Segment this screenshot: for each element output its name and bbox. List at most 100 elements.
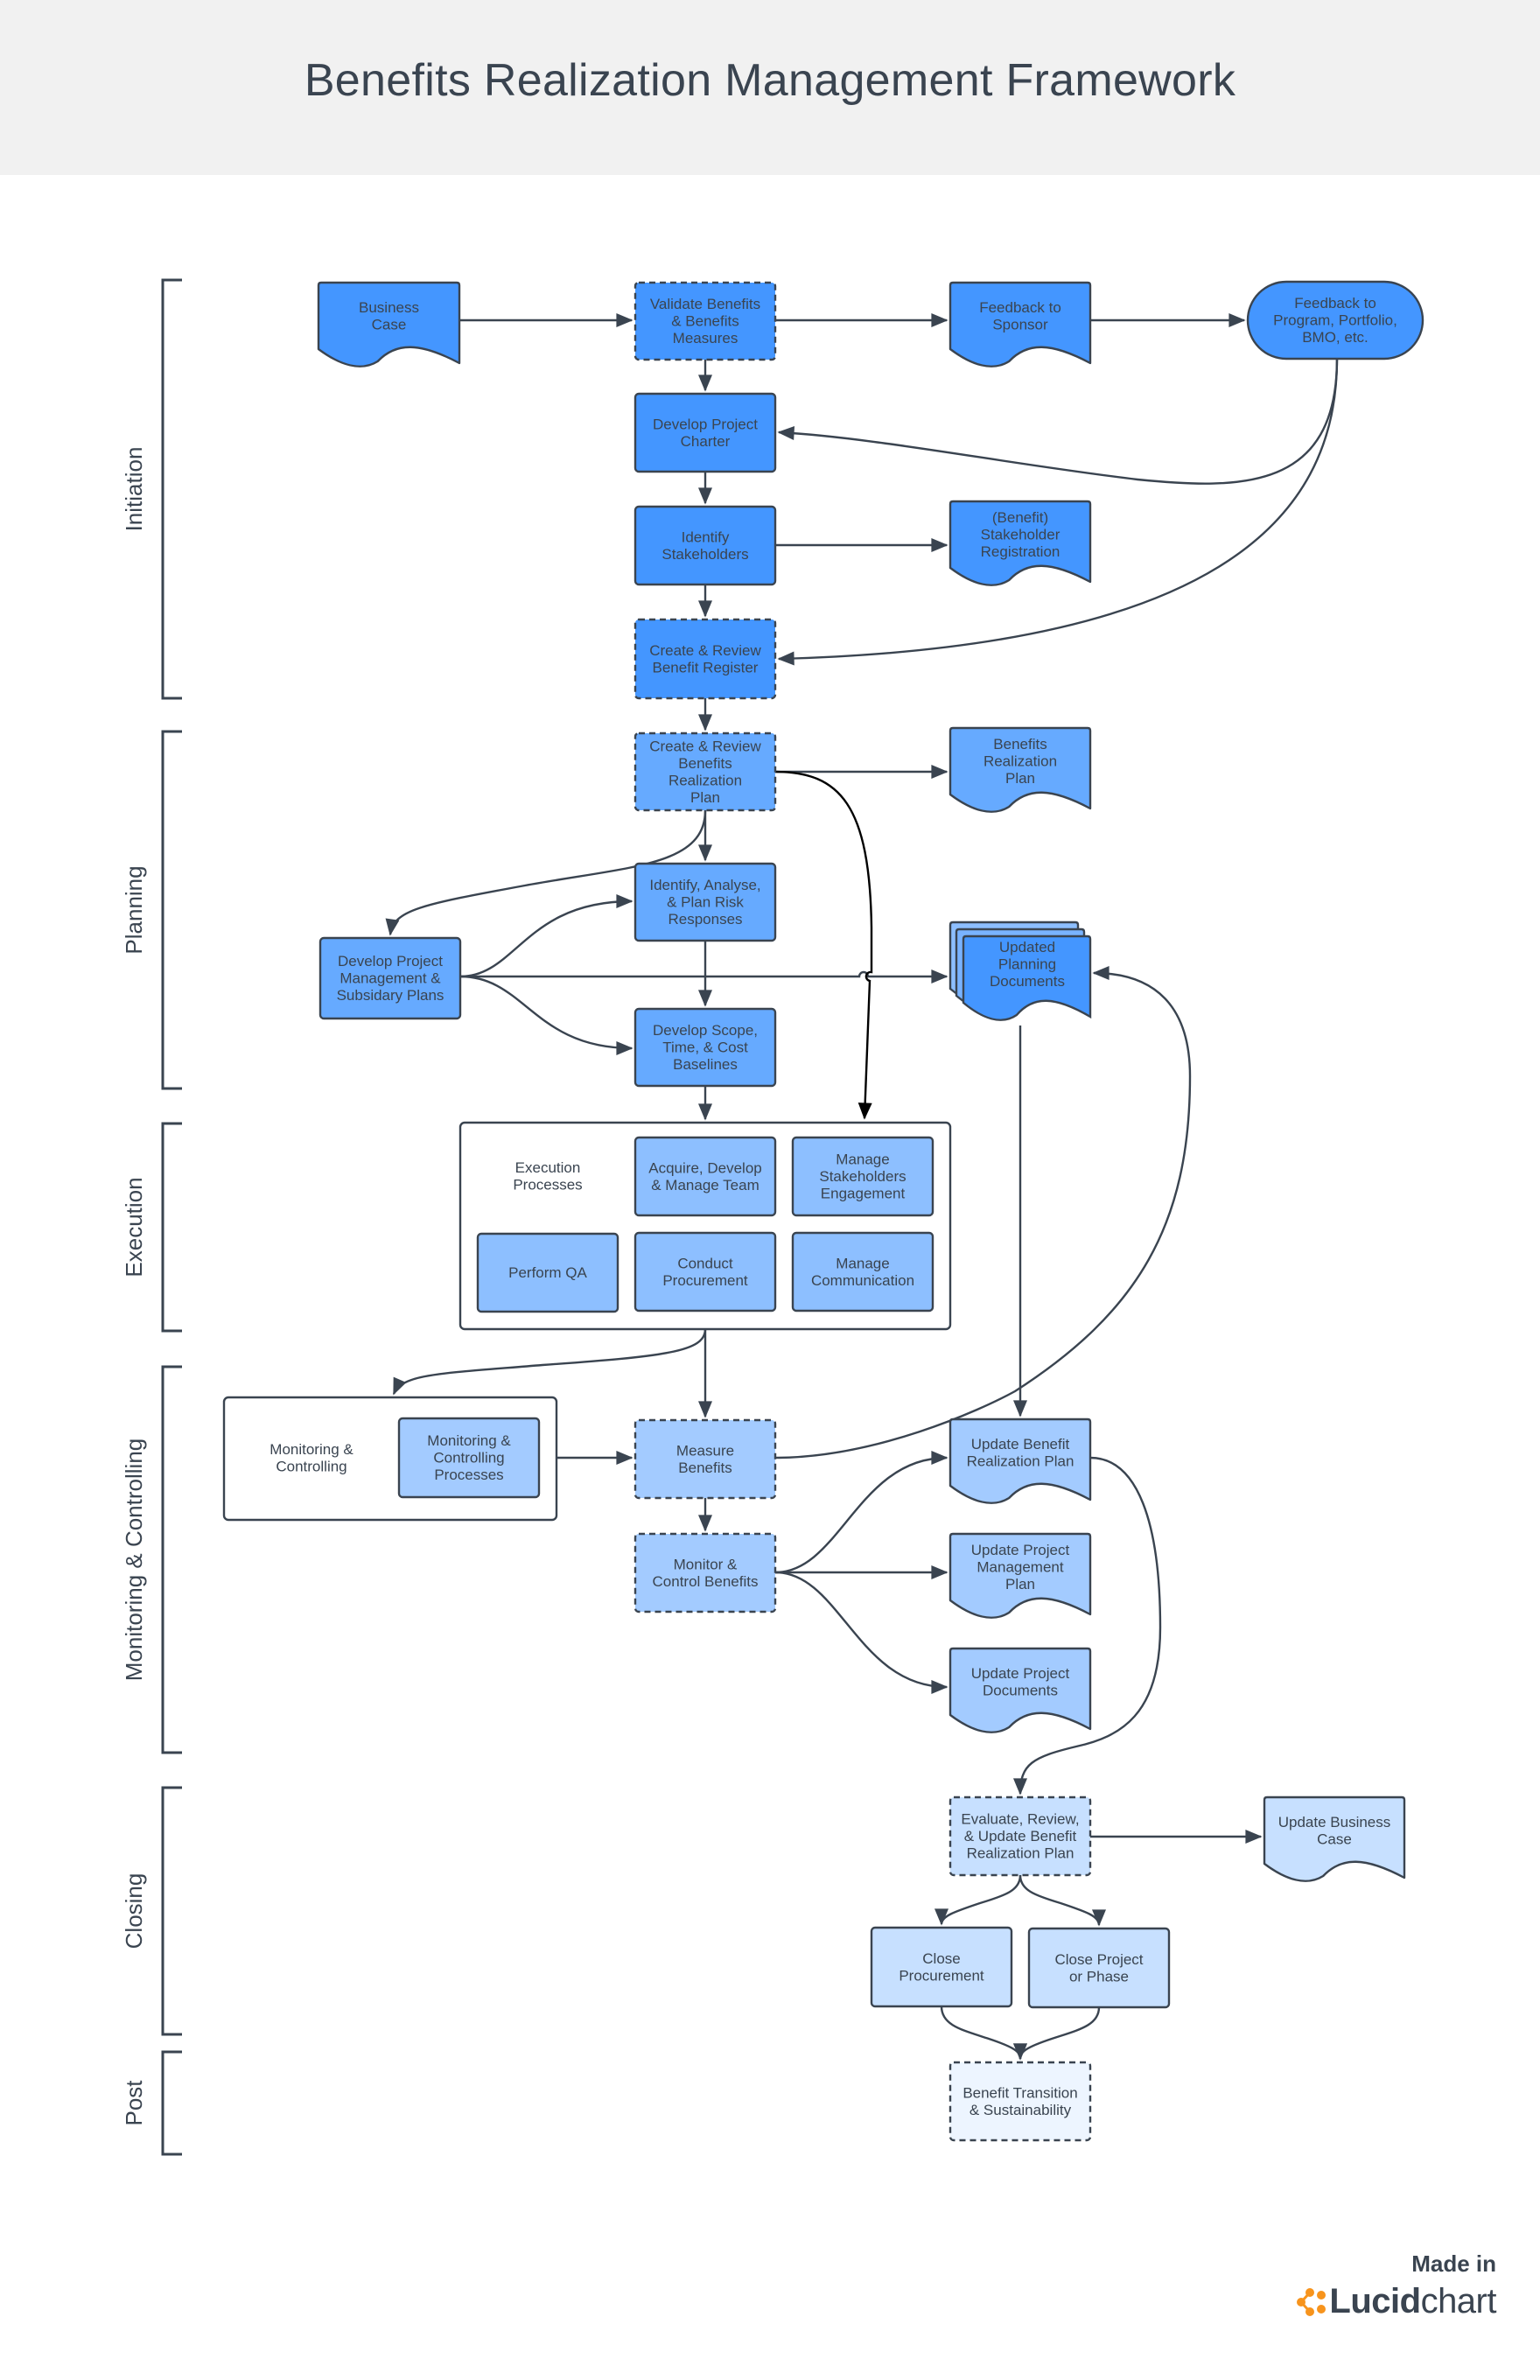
node-label: Plan [690, 789, 720, 806]
node-updated-planning-docs[interactable]: UpdatedPlanningDocuments [948, 920, 1092, 1021]
node-label: Stakeholders [819, 1168, 906, 1185]
node-label: Feedback to [1294, 295, 1376, 312]
node-label: Feedback to [979, 299, 1061, 316]
node-label: Sponsor [992, 316, 1048, 332]
node-feedback-sponsor[interactable]: Feedback toSponsor [948, 281, 1092, 368]
node-label: Management [976, 1559, 1064, 1576]
node-label: Benefit Transition [962, 2084, 1077, 2101]
node-business-case[interactable]: BusinessCase [317, 281, 461, 368]
node-create-brp[interactable]: Create & ReviewBenefitsRealizationPlan [634, 732, 777, 812]
node-identify-stakeholders[interactable]: IdentifyStakeholders [634, 505, 777, 586]
edge-update-brp-to-evaluate [1013, 1456, 1162, 1796]
node-monitor-control[interactable]: Monitor &Control Benefits [634, 1532, 777, 1614]
node-mc-processes[interactable]: Monitoring &ControllingProcesses [397, 1417, 541, 1499]
node-label: Subsidary Plans [337, 987, 444, 1004]
node-label: or Phase [1069, 1968, 1129, 1984]
node-label: Develop Scope, [653, 1022, 758, 1039]
node-label: Plan [1005, 1576, 1035, 1592]
phase-bracket [161, 1122, 182, 1333]
node-manage-communication[interactable]: ManageCommunication [791, 1231, 934, 1312]
phase-label: Post [121, 2080, 147, 2126]
node-label: Close Project [1054, 1951, 1143, 1968]
edge-execution-to-mc [392, 1328, 707, 1396]
node-label: Controlling [276, 1458, 346, 1474]
node-close-procurement[interactable]: CloseProcurement [870, 1926, 1013, 2008]
node-feedback-program[interactable]: Feedback toProgram, Portfolio,BMO, etc. [1246, 280, 1424, 360]
made-in-label: Made in [1411, 2250, 1496, 2277]
node-develop-charter[interactable]: Develop ProjectCharter [634, 392, 777, 473]
node-evaluate-brp[interactable]: Evaluate, Review,& Update BenefitRealiza… [948, 1796, 1092, 1877]
phase-label: Monitoring & Controlling [121, 1438, 147, 1681]
node-update-pm-plan[interactable]: Update ProjectManagementPlan [948, 1532, 1092, 1619]
node-label: & Benefits [671, 313, 739, 330]
node-label: Update Benefit [971, 1436, 1070, 1452]
node-label: Acquire, Develop [648, 1159, 761, 1176]
node-benefit-register[interactable]: Create & ReviewBenefit Register [634, 618, 777, 700]
node-label: Updated [999, 939, 1055, 956]
node-develop-pm-plans[interactable]: Develop ProjectManagement &Subsidary Pla… [318, 936, 462, 1020]
node-measure-benefits[interactable]: MeasureBenefits [634, 1418, 777, 1500]
node-label: Documents [990, 973, 1065, 990]
node-acquire-team[interactable]: Acquire, Develop& Manage Team [634, 1136, 777, 1217]
node-label: Program, Portfolio, [1273, 312, 1397, 329]
node-brp-doc[interactable]: BenefitsRealizationPlan [948, 726, 1092, 813]
node-label: Manage [836, 1152, 889, 1168]
phase-label: Initiation [121, 447, 147, 532]
node-label: Case [372, 316, 407, 332]
phase-execution: Execution [121, 1122, 182, 1333]
node-conduct-procurement[interactable]: ConductProcurement [634, 1231, 777, 1312]
phase-bracket [161, 2050, 182, 2156]
node-label: Develop Project [338, 953, 443, 970]
node-label: Engagement [821, 1186, 906, 1202]
node-risk-responses[interactable]: Identify, Analyse,& Plan RiskResponses [634, 862, 777, 942]
node-label: Charter [681, 433, 731, 450]
node-label: Perform QA [508, 1264, 587, 1281]
node-label: Monitor & [674, 1556, 738, 1572]
node-label: Identify, Analyse, [649, 877, 760, 893]
phase-label: Planning [121, 865, 147, 954]
node-label: Realization [668, 772, 742, 788]
node-label: Realization Plan [967, 1452, 1074, 1469]
node-label: Management & [340, 970, 441, 987]
node-label: (Benefit) [992, 509, 1048, 526]
node-label: Create & Review [649, 738, 761, 754]
node-label: Validate Benefits [650, 296, 760, 312]
node-label: Close [922, 1950, 960, 1967]
node-label: Measures [673, 330, 738, 346]
node-update-business-case[interactable]: Update BusinessCase [1263, 1796, 1406, 1882]
node-label: Conduct [677, 1255, 733, 1271]
node-update-brp[interactable]: Update BenefitRealization Plan [948, 1418, 1092, 1504]
phase-planning: Planning [121, 730, 182, 1090]
node-perform-qa[interactable]: Perform QA [476, 1232, 620, 1313]
edge-program-to-charter [777, 358, 1339, 485]
node-label: & Plan Risk [667, 894, 744, 911]
node-label: Baselines [673, 1056, 738, 1073]
node-validate-benefits[interactable]: Validate Benefits& BenefitsMeasures [634, 281, 777, 361]
node-close-project[interactable]: Close Projector Phase [1027, 1927, 1171, 2009]
edge-evaluate-to-close-procurement [934, 1874, 1022, 1926]
edge-create-brp-to-manage-stakeholders [774, 770, 873, 1120]
node-scope-baselines[interactable]: Develop Scope,Time, & CostBaselines [634, 1007, 777, 1088]
node-label: Stakeholder [981, 527, 1060, 543]
edge-monitor-to-update-brp [774, 1451, 948, 1574]
node-label: Evaluate, Review, [961, 1811, 1079, 1828]
node-label: Monitoring & [427, 1432, 511, 1449]
node-manage-stakeholders[interactable]: ManageStakeholdersEngagement [791, 1136, 934, 1217]
phase-bracket [161, 730, 182, 1090]
node-label: Documents [983, 1682, 1058, 1698]
node-label: Measure [676, 1442, 734, 1459]
edge-devpm-to-scope [459, 975, 634, 1055]
node-stakeholder-registration[interactable]: (Benefit)StakeholderRegistration [948, 500, 1092, 586]
node-update-project-docs[interactable]: Update ProjectDocuments [948, 1647, 1092, 1733]
phase-bracket [161, 278, 182, 700]
phase-bracket [161, 1365, 182, 1754]
node-label: Realization Plan [967, 1845, 1074, 1862]
brand-light: chart [1420, 2282, 1497, 2320]
node-label: Benefit Register [653, 659, 759, 676]
node-label: Benefits [993, 736, 1046, 752]
node-label: Responses [668, 911, 742, 928]
node-label: Identify [682, 528, 730, 545]
phase-monitoring: Monitoring & Controlling [121, 1365, 182, 1754]
node-benefit-transition[interactable]: Benefit Transition& Sustainability [948, 2061, 1092, 2142]
node-label: & Manage Team [651, 1177, 759, 1194]
